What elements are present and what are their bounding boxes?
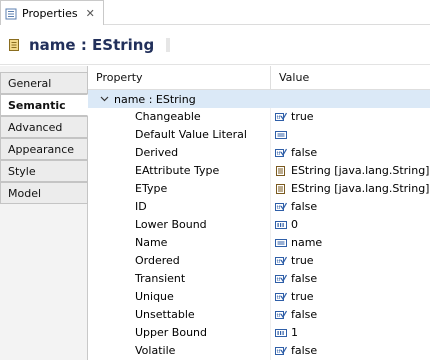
property-name: Default Value Literal	[88, 126, 271, 144]
view-tab-bar: Properties ✕	[0, 0, 430, 25]
properties-header: name : EString	[0, 25, 430, 65]
property-value-text: false	[291, 344, 318, 357]
property-value[interactable]: tf false	[271, 342, 430, 360]
boolean-icon: tf	[275, 112, 287, 122]
property-name: Ordered	[88, 252, 271, 270]
property-name: Lower Bound	[88, 216, 271, 234]
text-icon	[275, 130, 287, 140]
boolean-icon: tf	[275, 202, 287, 212]
property-value[interactable]: EString [java.lang.String]	[271, 162, 430, 180]
property-value-text: EString [java.lang.String]	[291, 182, 430, 195]
boolean-icon: tf	[275, 310, 287, 320]
property-value-text: false	[291, 146, 318, 159]
property-value-text: true	[291, 290, 314, 303]
tab-label: Appearance	[8, 142, 75, 156]
table-row[interactable]: Lower Bound 0	[88, 216, 430, 234]
tab-label: Model	[8, 186, 42, 200]
tab-advanced[interactable]: Advanced	[0, 116, 88, 138]
property-name: EType	[88, 180, 271, 198]
chevron-down-icon[interactable]	[99, 94, 109, 105]
tab-label: Semantic	[8, 98, 66, 112]
table-row[interactable]: EAttribute Type EString [java.lang.String…	[88, 162, 430, 180]
property-rows: Changeable tf true Default Value Literal Der…	[88, 108, 430, 360]
property-name: ID	[88, 198, 271, 216]
tab-general[interactable]: General	[0, 72, 88, 94]
property-value-text: true	[291, 110, 314, 123]
page-title: name : EString	[29, 35, 155, 54]
tab-style[interactable]: Style	[0, 160, 88, 182]
property-name: Transient	[88, 270, 271, 288]
property-value-text: true	[291, 254, 314, 267]
boolean-icon: tf	[275, 256, 287, 266]
text-icon	[275, 238, 287, 248]
property-value[interactable]	[271, 126, 430, 144]
close-icon[interactable]: ✕	[86, 8, 95, 19]
table-row[interactable]: Volatile tf false	[88, 342, 430, 360]
property-value[interactable]: tf false	[271, 198, 430, 216]
table-row[interactable]: ID tf false	[88, 198, 430, 216]
view-tab-label: Properties	[22, 6, 78, 20]
property-value[interactable]: EString [java.lang.String]	[271, 180, 430, 198]
table-row[interactable]: Unsettable tf false	[88, 306, 430, 324]
property-name: Changeable	[88, 108, 271, 126]
tab-semantic[interactable]: Semantic	[0, 94, 88, 116]
boolean-icon: tf	[275, 346, 287, 356]
table-row[interactable]: Name name	[88, 234, 430, 252]
properties-icon	[5, 8, 17, 20]
property-value[interactable]: 1	[271, 324, 430, 342]
table-row[interactable]: Default Value Literal	[88, 126, 430, 144]
group-row[interactable]: name : EString	[88, 90, 430, 108]
property-name: EAttribute Type	[88, 162, 271, 180]
table-header: Property Value	[88, 66, 430, 90]
table-row[interactable]: Transient tf false	[88, 270, 430, 288]
tab-label: Advanced	[8, 120, 63, 134]
property-name: Upper Bound	[88, 324, 271, 342]
integer-icon	[275, 328, 287, 338]
property-name: Unsettable	[88, 306, 271, 324]
property-value[interactable]: 0	[271, 216, 430, 234]
property-table: Property Value name : EString Changeable…	[88, 66, 430, 360]
table-row[interactable]: Changeable tf true	[88, 108, 430, 126]
property-value-text: name	[291, 236, 323, 249]
boolean-icon: tf	[275, 148, 287, 158]
table-row[interactable]: EType EString [java.lang.String]	[88, 180, 430, 198]
property-value[interactable]: tf true	[271, 252, 430, 270]
tab-label: Style	[8, 164, 36, 178]
property-value-text: 1	[291, 326, 298, 339]
column-header-value[interactable]: Value	[271, 66, 430, 90]
property-value-text: 0	[291, 218, 298, 231]
integer-icon	[275, 220, 287, 230]
property-value[interactable]: tf false	[271, 144, 430, 162]
datatype-icon	[275, 184, 287, 194]
boolean-icon: tf	[275, 274, 287, 284]
attribute-icon	[8, 38, 20, 52]
table-row[interactable]: Derived tf false	[88, 144, 430, 162]
tab-label: General	[8, 76, 52, 90]
property-name: Name	[88, 234, 271, 252]
property-value[interactable]: tf true	[271, 288, 430, 306]
property-value-text: false	[291, 308, 318, 321]
property-value[interactable]: name	[271, 234, 430, 252]
datatype-icon	[275, 166, 287, 176]
table-row[interactable]: Upper Bound 1	[88, 324, 430, 342]
property-value[interactable]: tf false	[271, 270, 430, 288]
table-row[interactable]: Unique tf true	[88, 288, 430, 306]
header-divider	[166, 37, 171, 52]
property-value[interactable]: tf false	[271, 306, 430, 324]
column-header-property[interactable]: Property	[88, 66, 271, 90]
property-name: Unique	[88, 288, 271, 306]
property-value-text: EString [java.lang.String]	[291, 164, 430, 177]
property-value-text: false	[291, 272, 318, 285]
property-value-text: false	[291, 200, 318, 213]
boolean-icon: tf	[275, 292, 287, 302]
table-row[interactable]: Ordered tf true	[88, 252, 430, 270]
category-tabs: General Semantic Advanced Appearance Sty…	[0, 66, 88, 360]
properties-view-tab[interactable]: Properties ✕	[0, 0, 104, 25]
property-name: Volatile	[88, 342, 271, 360]
property-name: Derived	[88, 144, 271, 162]
group-label: name : EString	[114, 92, 196, 106]
tab-appearance[interactable]: Appearance	[0, 138, 88, 160]
property-value[interactable]: tf true	[271, 108, 430, 126]
tab-model[interactable]: Model	[0, 182, 88, 204]
